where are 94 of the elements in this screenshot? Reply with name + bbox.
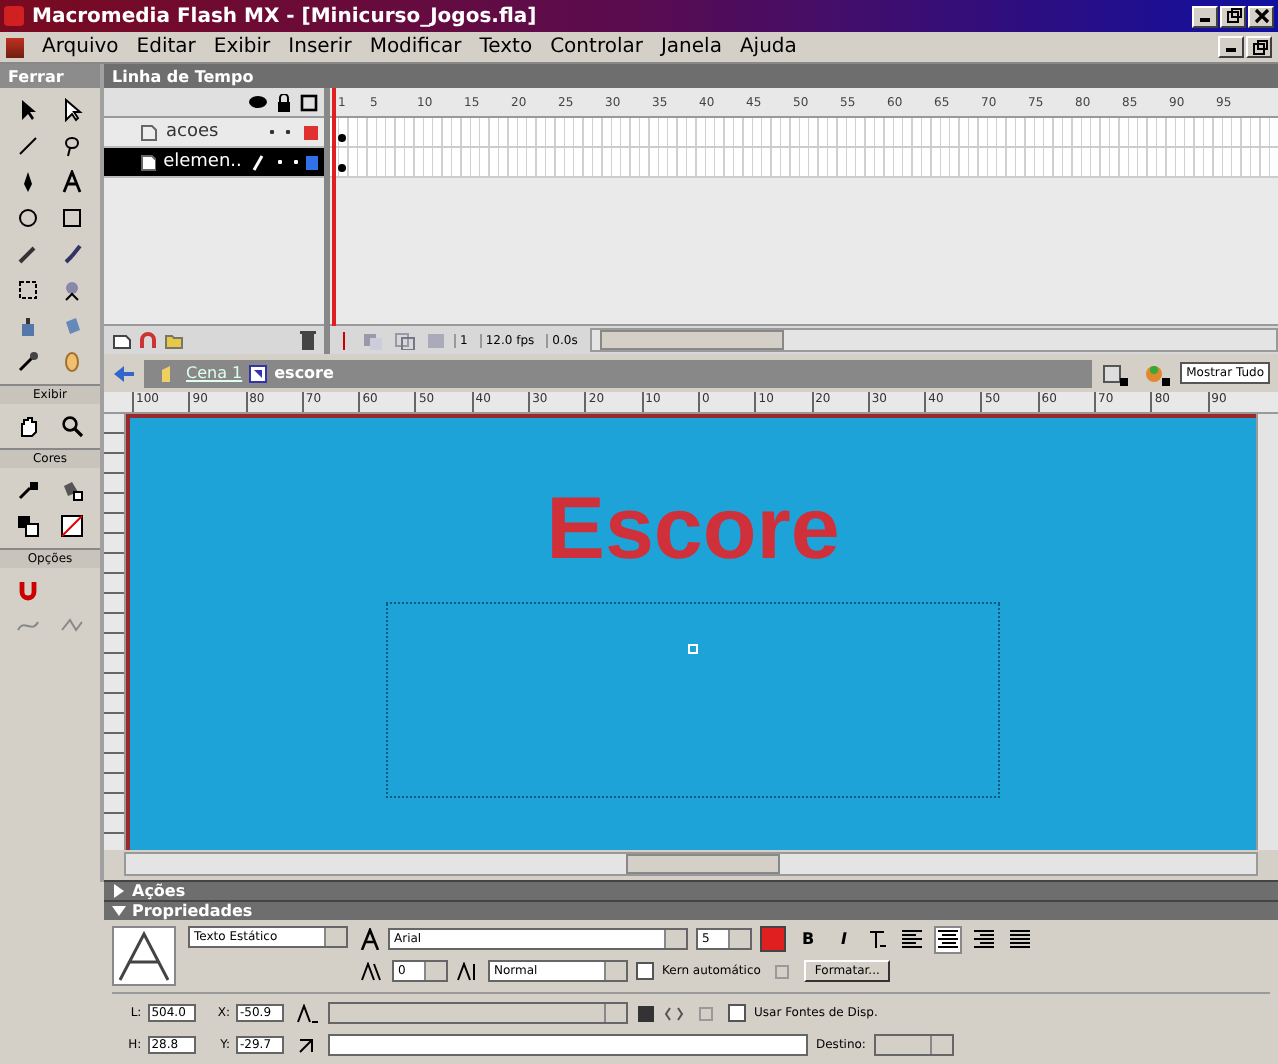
registration-mark	[688, 644, 698, 654]
keyframe[interactable]	[338, 134, 346, 142]
align-button[interactable]	[970, 925, 998, 953]
minimize-icon	[1226, 48, 1236, 52]
checkbox[interactable]	[636, 962, 654, 980]
keyframe[interactable]	[338, 164, 346, 172]
frame-track[interactable]	[330, 148, 1278, 178]
fill-transform-icon[interactable]	[60, 278, 84, 302]
bold-button[interactable]: B	[794, 925, 822, 953]
frame-track[interactable]	[330, 118, 1278, 148]
swap-colors-icon[interactable]	[16, 514, 40, 538]
menu-item[interactable]: Exibir	[213, 36, 271, 58]
align-button[interactable]	[934, 925, 962, 953]
flash-logo-icon	[4, 6, 24, 26]
symbol-name[interactable]: escore	[274, 364, 334, 382]
eraser-icon[interactable]	[60, 350, 84, 374]
add-layer-icon[interactable]	[112, 331, 132, 349]
minimize-icon	[1200, 17, 1210, 21]
pencil-icon[interactable]	[16, 242, 40, 266]
italic-button[interactable]: I	[830, 925, 858, 953]
align-button[interactable]	[898, 925, 926, 953]
collapse-arrow-icon	[112, 904, 126, 918]
checkbox[interactable]	[728, 1004, 746, 1022]
add-guide-icon[interactable]	[138, 331, 158, 349]
rectangle-icon[interactable]	[60, 206, 84, 230]
align-icon	[974, 930, 994, 948]
menu-item[interactable]: Editar	[136, 36, 196, 58]
outline-icon[interactable]	[300, 93, 318, 111]
pencil-icon	[249, 153, 264, 171]
brush-icon[interactable]	[60, 242, 84, 266]
horizontal-scrollbar[interactable]	[124, 852, 1258, 876]
folder-icon[interactable]	[164, 331, 184, 349]
magnet-icon[interactable]	[16, 578, 40, 602]
menu-item[interactable]: Texto	[479, 36, 533, 58]
text-tool-icon[interactable]	[60, 170, 84, 194]
trash-icon[interactable]	[300, 330, 316, 350]
menu-item[interactable]: Janela	[660, 36, 722, 58]
menu-item[interactable]: Inserir	[288, 36, 352, 58]
timeline-header[interactable]: Linha de Tempo	[104, 64, 1278, 88]
fill-color-icon[interactable]	[60, 478, 84, 502]
arrow-icon[interactable]	[16, 98, 40, 122]
text-tool-icon	[112, 926, 176, 986]
no-color-icon[interactable]	[60, 514, 84, 538]
zoom-icon[interactable]	[60, 414, 84, 438]
align-icon	[1010, 930, 1030, 948]
menu-item[interactable]: Controlar	[550, 36, 643, 58]
square-icon	[774, 963, 791, 979]
window-title: Macromedia Flash MX - [Minicurso_Jogos.fla]	[32, 5, 537, 27]
line-icon[interactable]	[16, 134, 40, 158]
subselect-icon[interactable]	[60, 98, 84, 122]
ink-bottle-icon[interactable]	[16, 314, 40, 338]
stroke-color-icon[interactable]	[16, 478, 40, 502]
text-direction-icon[interactable]	[866, 927, 890, 951]
back-arrow-icon[interactable]	[112, 363, 136, 383]
onion-outline-icon[interactable]	[394, 331, 418, 349]
menu-item[interactable]: Ajuda	[739, 36, 797, 58]
baseline-icon	[456, 961, 480, 981]
html-icon[interactable]	[664, 1003, 684, 1023]
font-rendering-icon	[296, 1003, 320, 1023]
restore-button[interactable]	[1220, 5, 1246, 27]
lock-icon[interactable]	[276, 93, 292, 111]
panel-header[interactable]: Propriedades	[104, 900, 1278, 920]
align-icon	[938, 930, 958, 948]
lasso-icon[interactable]	[60, 134, 84, 158]
menu-item[interactable]: Modificar	[369, 36, 462, 58]
close-button[interactable]	[1248, 5, 1274, 27]
align-icon	[902, 930, 922, 948]
transform-icon[interactable]	[16, 278, 40, 302]
text-color-swatch[interactable]	[760, 926, 786, 952]
rendering-dropdown[interactable]	[328, 1002, 628, 1024]
font-icon	[360, 928, 380, 950]
eye-icon[interactable]	[248, 94, 268, 110]
target-dropdown[interactable]	[873, 1034, 954, 1056]
menu-item[interactable]: Arquivo	[42, 36, 119, 58]
document-icon	[6, 37, 24, 57]
eyedropper-icon[interactable]	[16, 350, 40, 374]
layer-row[interactable]: elemen..	[104, 148, 324, 178]
close-icon	[1253, 8, 1269, 24]
horizontal-scrollbar[interactable]	[589, 328, 1278, 352]
square-icon	[698, 1005, 714, 1021]
spacing-icon	[360, 961, 384, 981]
restore-button[interactable]	[1246, 36, 1272, 58]
expand-arrow-icon	[112, 884, 126, 898]
oval-icon[interactable]	[16, 206, 40, 230]
hand-icon[interactable]	[16, 414, 40, 438]
minimize-button[interactable]	[1192, 5, 1218, 27]
align-button[interactable]	[1006, 925, 1034, 953]
selectable-icon[interactable]	[636, 1003, 656, 1023]
edit-scene-icon[interactable]	[1100, 359, 1133, 387]
symbol-icon	[248, 363, 269, 383]
minimize-button[interactable]	[1218, 36, 1244, 58]
url-field[interactable]	[328, 1034, 808, 1056]
vertical-scrollbar[interactable]	[1256, 414, 1278, 850]
panel-header[interactable]: Ações	[104, 880, 1278, 900]
